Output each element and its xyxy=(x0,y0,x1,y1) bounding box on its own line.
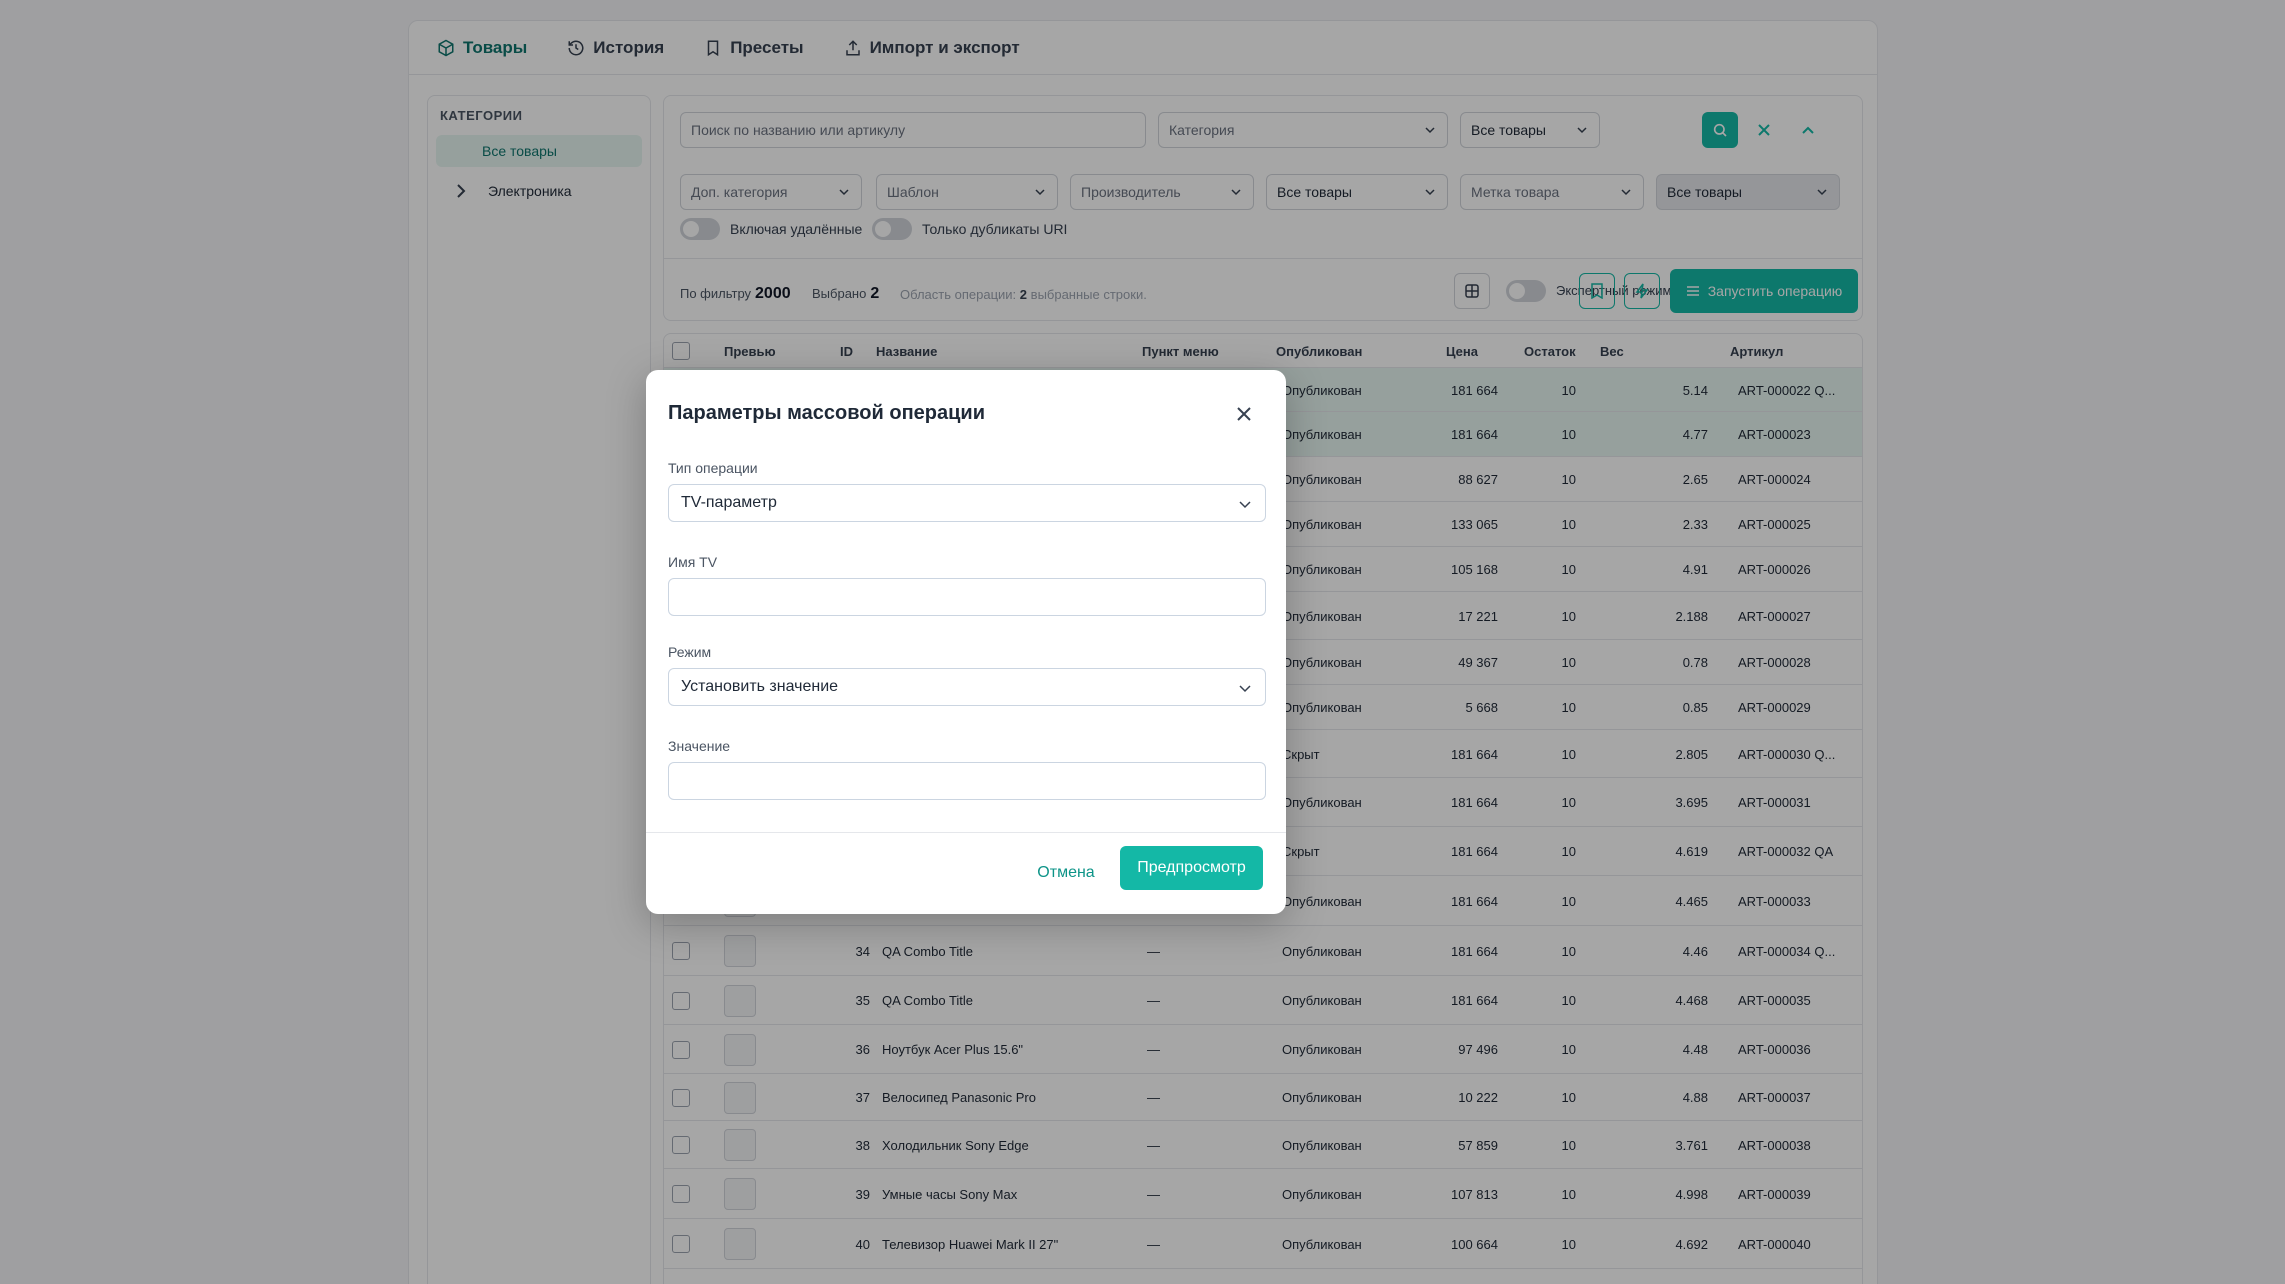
operation-type-value: TV-параметр xyxy=(681,494,777,511)
cancel-button[interactable]: Отмена xyxy=(1026,858,1106,888)
tv-name-input[interactable] xyxy=(668,578,1266,616)
tv-name-label: Имя TV xyxy=(668,554,718,570)
mode-value: Установить значение xyxy=(681,678,839,695)
operation-type-select[interactable]: TV-параметр xyxy=(668,484,1266,522)
chevron-down-icon xyxy=(1239,685,1251,693)
modal-divider xyxy=(646,832,1286,833)
modal-title: Параметры массовой операции xyxy=(668,402,986,424)
operation-type-label: Тип операции xyxy=(668,460,758,476)
chevron-down-icon xyxy=(1239,501,1251,509)
mode-label: Режим xyxy=(668,644,712,660)
preview-button[interactable]: Предпросмотр xyxy=(1120,846,1263,890)
close-icon[interactable] xyxy=(1234,404,1254,424)
mode-select[interactable]: Установить значение xyxy=(668,668,1266,706)
value-input[interactable] xyxy=(668,762,1266,800)
bulk-operation-modal: Параметры массовой операции Тип операции… xyxy=(646,370,1286,914)
value-label: Значение xyxy=(668,738,731,754)
